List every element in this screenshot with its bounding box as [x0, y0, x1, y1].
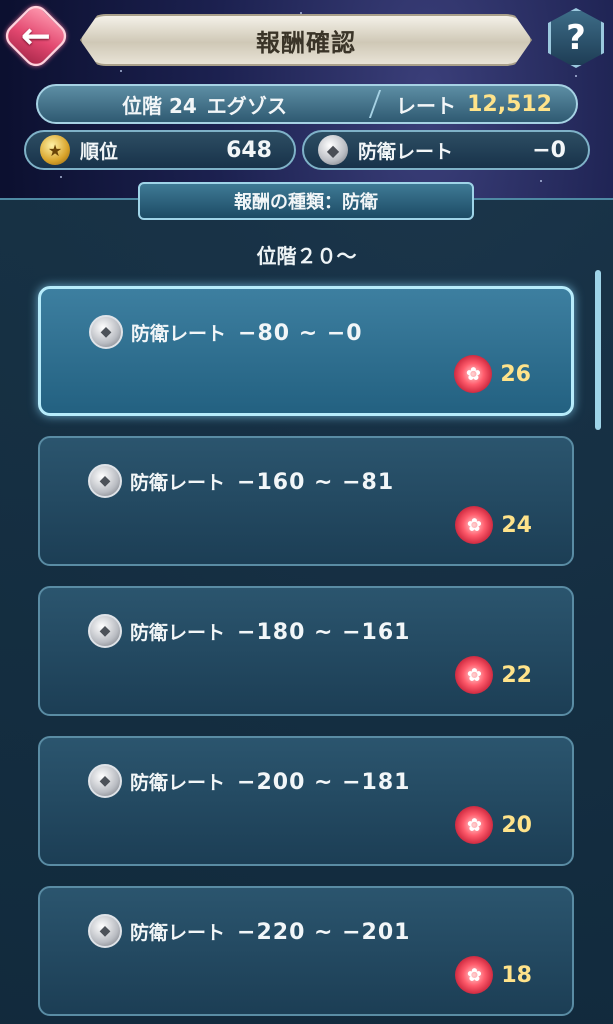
reward-condition: 防衛レート −180 ~ −161	[130, 618, 410, 645]
orb-flower-icon: ✿	[454, 355, 493, 393]
rate-info: レート 12,512	[376, 90, 576, 119]
reward-count: 24	[501, 512, 532, 538]
help-button[interactable]: ?	[548, 8, 604, 68]
reward-range: −200 ~ −181	[237, 770, 411, 795]
rank-label: 順位	[80, 140, 119, 163]
reward-count: 26	[500, 361, 531, 387]
reward-amount: ✿ 26	[454, 355, 531, 393]
reward-card[interactable]: ◆ 防衛レート −200 ~ −181 ✿ 20	[38, 736, 574, 866]
title-plate: 報酬確認	[80, 14, 532, 66]
reward-label: 防衛レート	[130, 772, 226, 794]
shield-medal-icon: ◆	[88, 914, 122, 948]
reward-condition: 防衛レート −220 ~ −201	[130, 918, 410, 945]
question-mark-icon: ?	[566, 18, 586, 58]
rank-value: 648	[226, 137, 272, 163]
reward-label: 防衛レート	[130, 472, 226, 494]
tier-info: 位階 24 エグゾス	[38, 90, 374, 119]
orb-flower-icon: ✿	[455, 806, 494, 844]
reward-card[interactable]: ◆ 防衛レート −220 ~ −201 ✿ 18	[38, 886, 574, 1016]
reward-card[interactable]: ◆ 防衛レート −80 ~ −0 ✿ 26	[38, 286, 574, 416]
reward-condition: 防衛レート −200 ~ −181	[130, 768, 410, 795]
reward-range: −180 ~ −161	[237, 620, 411, 645]
reward-label: 防衛レート	[130, 622, 226, 644]
tier-heading: 位階２０～	[256, 244, 357, 268]
shield-medal-icon: ◆	[318, 135, 348, 165]
reward-card[interactable]: ◆ 防衛レート −160 ~ −81 ✿ 24	[38, 436, 574, 566]
reward-amount: ✿ 24	[455, 506, 532, 544]
header: ← 報酬確認 ?	[0, 0, 613, 80]
reward-label: 防衛レート	[131, 323, 227, 345]
tier-name: エグゾス	[206, 93, 287, 118]
defense-stat: ◆ 防衛レート −0	[302, 130, 590, 170]
reward-range: −220 ~ −201	[237, 920, 411, 945]
shield-medal-icon: ◆	[88, 464, 122, 498]
rate-value: 12,512	[467, 91, 552, 117]
rank-stat: ★ 順位 648	[24, 130, 296, 170]
reward-range: −80 ~ −0	[238, 321, 363, 346]
reward-count: 18	[501, 962, 532, 988]
reward-amount: ✿ 18	[455, 956, 532, 994]
reward-count: 22	[501, 662, 532, 688]
reward-count: 20	[501, 812, 532, 838]
reward-card[interactable]: ◆ 防衛レート −180 ~ −161 ✿ 22	[38, 586, 574, 716]
shield-medal-icon: ◆	[89, 315, 123, 349]
scrollbar[interactable]	[595, 270, 601, 430]
reward-range: −160 ~ −81	[237, 470, 395, 495]
reward-condition: 防衛レート −160 ~ −81	[130, 468, 394, 495]
shield-medal-icon: ◆	[88, 764, 122, 798]
rank-bar: 位階 24 エグゾス レート 12,512	[36, 84, 578, 124]
orb-flower-icon: ✿	[455, 506, 494, 544]
tier-label: 位階 24	[122, 93, 197, 118]
reward-amount: ✿ 20	[455, 806, 532, 844]
defense-value: −0	[532, 137, 566, 163]
back-arrow-icon[interactable]: ←	[4, 4, 68, 68]
shield-medal-icon: ◆	[88, 614, 122, 648]
reward-condition: 防衛レート −80 ~ −0	[131, 319, 363, 346]
defense-label: 防衛レート	[358, 140, 454, 163]
orb-flower-icon: ✿	[455, 656, 494, 694]
reward-type-plate: 報酬の種類：防衛	[138, 182, 474, 220]
rate-label: レート	[396, 93, 456, 118]
orb-flower-icon: ✿	[455, 956, 494, 994]
gold-medal-icon: ★	[40, 135, 70, 165]
reward-label: 防衛レート	[130, 922, 226, 944]
reward-amount: ✿ 22	[455, 656, 532, 694]
page-title: 報酬確認	[256, 28, 356, 57]
